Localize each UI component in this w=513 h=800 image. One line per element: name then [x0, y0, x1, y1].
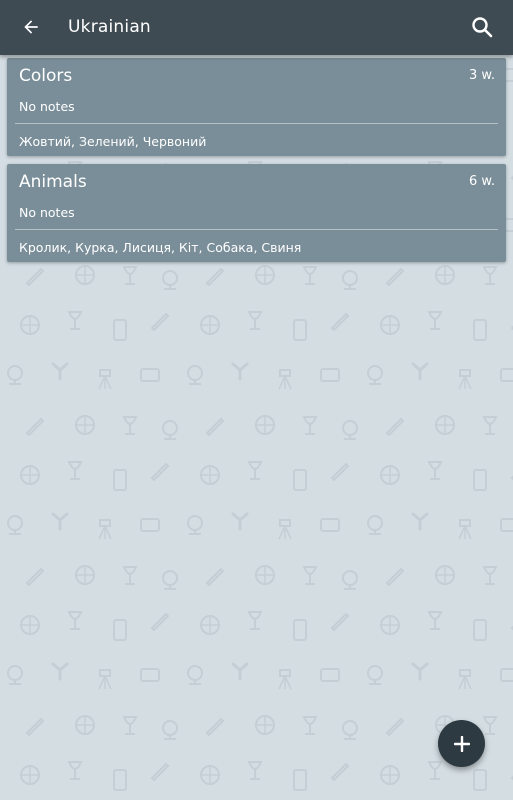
add-category-button[interactable]	[438, 720, 485, 767]
word-count: 6 w.	[469, 174, 495, 189]
category-card-animals[interactable]: Animals 6 w. No notes Кролик, Курка, Лис…	[7, 164, 506, 262]
search-button[interactable]	[465, 10, 499, 44]
app-bar: Ukrainian	[0, 0, 513, 55]
arrow-back-icon	[24, 20, 38, 34]
word-count: 3 w.	[469, 68, 495, 83]
card-notes: No notes	[19, 205, 75, 220]
plus-icon	[453, 735, 470, 752]
back-button[interactable]	[14, 10, 48, 44]
card-title: Colors	[19, 66, 73, 86]
card-words: Жовтий, Зелений, Червоний	[19, 134, 207, 149]
search-icon	[472, 17, 493, 38]
page-title: Ukrainian	[68, 17, 151, 37]
card-title: Animals	[19, 172, 87, 192]
category-card-colors[interactable]: Colors 3 w. No notes Жовтий, Зелений, Че…	[7, 58, 506, 156]
card-notes: No notes	[19, 99, 75, 114]
card-divider	[15, 229, 498, 230]
card-divider	[15, 123, 498, 124]
card-words: Кролик, Курка, Лисиця, Кіт, Собака, Свин…	[19, 240, 302, 255]
